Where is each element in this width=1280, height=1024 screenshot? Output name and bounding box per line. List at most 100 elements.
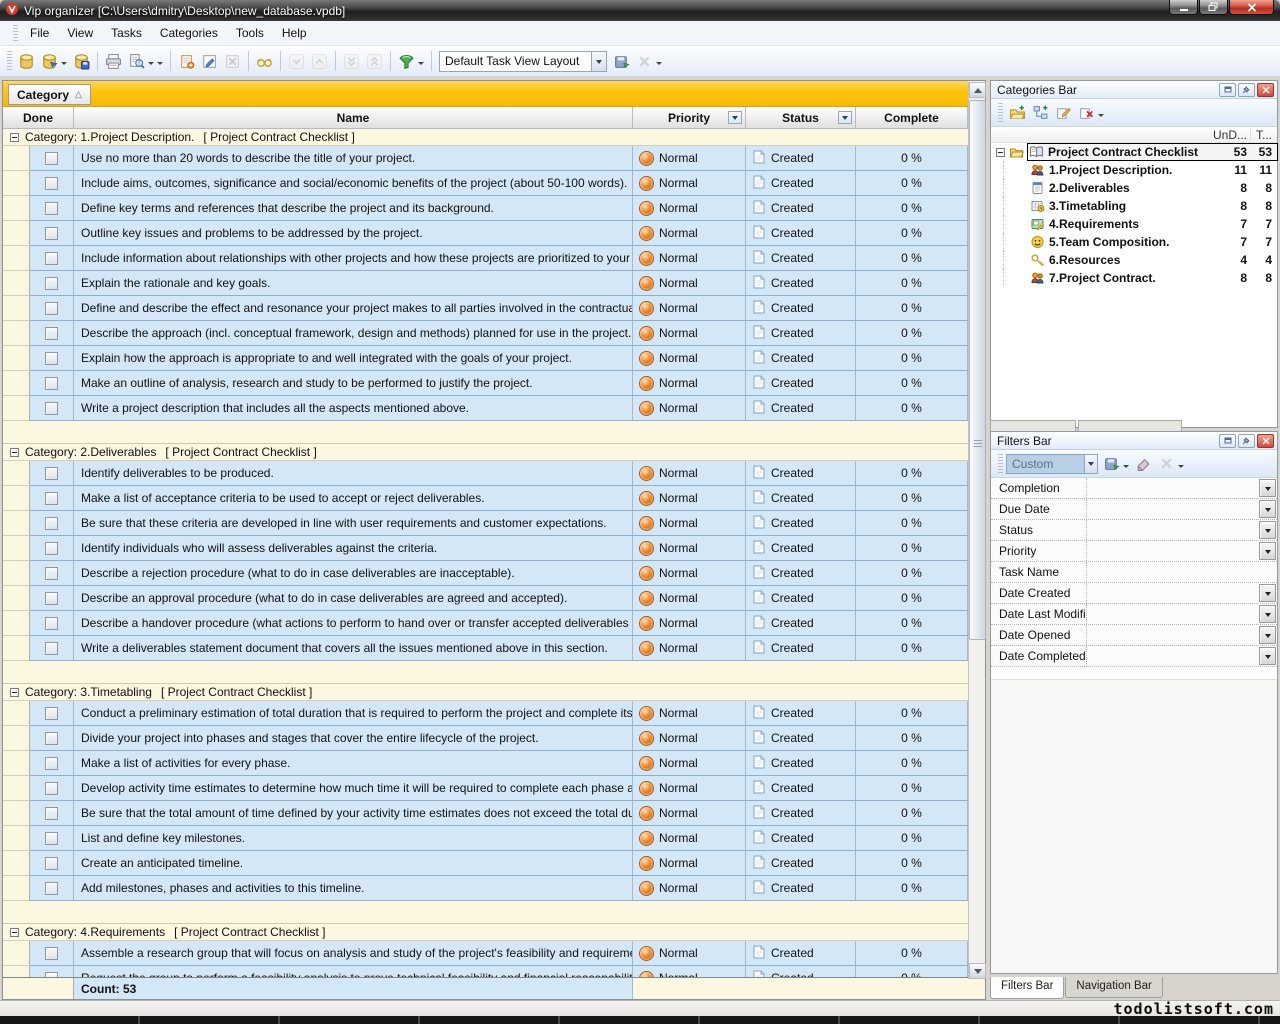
scroll-down-icon[interactable] bbox=[969, 963, 986, 979]
task-name-cell[interactable]: Describe an approval procedure (what to … bbox=[74, 586, 633, 611]
collapse-group-icon[interactable] bbox=[10, 447, 19, 457]
task-name-cell[interactable]: Add milestones, phases and activities to… bbox=[74, 876, 633, 901]
column-header-status[interactable]: Status bbox=[746, 107, 856, 128]
done-checkbox[interactable] bbox=[45, 541, 58, 555]
table-row[interactable]: List and define key milestones. Normal Cre… bbox=[3, 826, 968, 851]
category-tree-item[interactable]: 7.Project Contract. 8 8 bbox=[991, 269, 1277, 287]
done-checkbox[interactable] bbox=[45, 301, 58, 315]
done-checkbox[interactable] bbox=[45, 831, 58, 845]
tab-navigation-bar[interactable]: Navigation Bar bbox=[1065, 977, 1163, 998]
table-row[interactable]: Develop activity time estimates to deter… bbox=[3, 776, 968, 801]
filter-dropdown-icon[interactable] bbox=[1259, 626, 1276, 644]
open-database-icon[interactable] bbox=[38, 50, 61, 72]
table-row[interactable]: Make a list of activities for every phas… bbox=[3, 751, 968, 776]
task-name-cell[interactable]: Define and describe the effect and reson… bbox=[74, 296, 633, 321]
done-checkbox[interactable] bbox=[45, 566, 58, 580]
task-name-cell[interactable]: Divide your project into phases and stag… bbox=[74, 726, 633, 751]
filter-dropdown-icon[interactable] bbox=[1259, 500, 1276, 518]
task-name-cell[interactable]: Conduct a preliminary estimation of tota… bbox=[74, 701, 633, 726]
category-tree-item[interactable]: 1.Project Description. 11 11 bbox=[991, 161, 1277, 179]
done-checkbox[interactable] bbox=[45, 881, 58, 895]
table-row[interactable]: Write a deliverables statement document … bbox=[3, 636, 968, 661]
done-checkbox[interactable] bbox=[45, 616, 58, 630]
filter-dropdown-icon[interactable] bbox=[1259, 542, 1276, 560]
category-group-row[interactable]: Category: 2.Deliverables [ Project Contra… bbox=[3, 444, 968, 461]
done-checkbox[interactable] bbox=[45, 491, 58, 505]
done-checkbox[interactable] bbox=[45, 151, 58, 165]
done-checkbox[interactable] bbox=[45, 806, 58, 820]
table-row[interactable]: Use no more than 20 words to describe th… bbox=[3, 146, 968, 171]
done-checkbox[interactable] bbox=[45, 946, 58, 960]
done-checkbox[interactable] bbox=[45, 641, 58, 655]
table-row[interactable]: Be sure that the total amount of time de… bbox=[3, 801, 968, 826]
panel-pin-icon[interactable] bbox=[1238, 433, 1255, 448]
table-row[interactable]: Include information about relationships … bbox=[3, 246, 968, 271]
category-tree-item[interactable]: Project Contract Checklist 53 53 bbox=[991, 143, 1278, 161]
categories-columns-header[interactable]: UnD... T... bbox=[991, 127, 1277, 143]
panel-pin-icon[interactable] bbox=[1238, 82, 1255, 97]
category-tree-item[interactable]: 6.Resources 4 4 bbox=[991, 251, 1277, 269]
collapse-group-icon[interactable] bbox=[10, 927, 19, 937]
table-row[interactable]: Identify individuals who will assess del… bbox=[3, 536, 968, 561]
table-row[interactable]: Define and describe the effect and reson… bbox=[3, 296, 968, 321]
save-database-icon[interactable] bbox=[70, 50, 93, 72]
done-checkbox[interactable] bbox=[45, 856, 58, 870]
menu-view[interactable]: View bbox=[58, 23, 102, 43]
menu-categories[interactable]: Categories bbox=[151, 23, 227, 43]
open-database-dropdown-icon[interactable] bbox=[61, 62, 67, 68]
panel-close-icon[interactable] bbox=[1257, 433, 1274, 448]
task-name-cell[interactable]: Create an anticipated timeline. bbox=[74, 851, 633, 876]
table-row[interactable]: Assemble a research group that will focu… bbox=[3, 941, 968, 966]
category-tree-item[interactable]: 4.Requirements 7 7 bbox=[991, 215, 1277, 233]
category-tree-item[interactable]: 5.Team Composition. 7 7 bbox=[991, 233, 1277, 251]
task-name-cell[interactable]: Be sure that the total amount of time de… bbox=[74, 801, 633, 826]
table-row[interactable]: Add milestones, phases and activities to… bbox=[3, 876, 968, 901]
done-checkbox[interactable] bbox=[45, 276, 58, 290]
table-row[interactable]: Be sure that these criteria are develope… bbox=[3, 511, 968, 536]
categories-toolbar-overflow-icon[interactable] bbox=[1098, 113, 1104, 120]
filter-dropdown-icon[interactable] bbox=[1259, 605, 1276, 623]
new-database-icon[interactable] bbox=[15, 50, 38, 72]
vertical-scrollbar[interactable] bbox=[968, 82, 986, 979]
category-group-row[interactable]: Category: 3.Timetabling [ Project Contrac… bbox=[3, 684, 968, 701]
task-name-cell[interactable]: Make a list of activities for every phas… bbox=[74, 751, 633, 776]
done-checkbox[interactable] bbox=[45, 351, 58, 365]
done-checkbox[interactable] bbox=[45, 326, 58, 340]
task-name-cell[interactable]: Use no more than 20 words to describe th… bbox=[74, 146, 633, 171]
table-row[interactable]: Describe a handover procedure (what acti… bbox=[3, 611, 968, 636]
done-checkbox[interactable] bbox=[45, 731, 58, 745]
scroll-up-icon[interactable] bbox=[969, 82, 986, 98]
combo-dropdown-icon[interactable] bbox=[1084, 454, 1097, 473]
collapse-tree-icon[interactable] bbox=[996, 147, 1005, 157]
table-row[interactable]: Conduct a preliminary estimation of tota… bbox=[3, 701, 968, 726]
group-by-category-button[interactable]: Category △ bbox=[8, 84, 91, 105]
done-checkbox[interactable] bbox=[45, 591, 58, 605]
close-button-icon[interactable] bbox=[1229, 0, 1274, 15]
task-name-cell[interactable]: Identify individuals who will assess del… bbox=[74, 536, 633, 561]
task-name-cell[interactable]: Describe the approach (incl. conceptual … bbox=[74, 321, 633, 346]
task-name-cell[interactable]: Make an outline of analysis, research an… bbox=[74, 371, 633, 396]
task-name-cell[interactable]: Include information about relationships … bbox=[74, 246, 633, 271]
filter-tasks-icon[interactable] bbox=[395, 50, 418, 72]
print-icon[interactable] bbox=[102, 50, 125, 72]
panel-restore-icon[interactable] bbox=[1219, 82, 1236, 97]
task-name-cell[interactable]: Develop activity time estimates to deter… bbox=[74, 776, 633, 801]
column-header-name[interactable]: Name bbox=[74, 107, 633, 128]
task-name-cell[interactable]: List and define key milestones. bbox=[74, 826, 633, 851]
filter-dropdown-icon[interactable] bbox=[1259, 479, 1276, 497]
print-preview-icon[interactable] bbox=[125, 50, 148, 72]
menu-file[interactable]: File bbox=[21, 23, 58, 43]
delete-category-icon[interactable] bbox=[1075, 102, 1098, 124]
task-name-cell[interactable]: Explain how the approach is appropriate … bbox=[74, 346, 633, 371]
save-filter-dropdown-icon[interactable] bbox=[1123, 464, 1129, 471]
tab-filters-bar[interactable]: Filters Bar bbox=[990, 977, 1065, 999]
table-row[interactable]: Make a list of acceptance criteria to be… bbox=[3, 486, 968, 511]
task-name-cell[interactable]: Outline key issues and problems to be ad… bbox=[74, 221, 633, 246]
table-row[interactable]: Define key terms and references that des… bbox=[3, 196, 968, 221]
task-name-cell[interactable]: Identify deliverables to be produced. bbox=[74, 461, 633, 486]
filter-dropdown-icon[interactable] bbox=[1259, 584, 1276, 602]
done-checkbox[interactable] bbox=[45, 781, 58, 795]
done-checkbox[interactable] bbox=[45, 516, 58, 530]
view-tasks-icon[interactable] bbox=[253, 50, 276, 72]
task-name-cell[interactable]: Write a project description that include… bbox=[74, 396, 633, 421]
